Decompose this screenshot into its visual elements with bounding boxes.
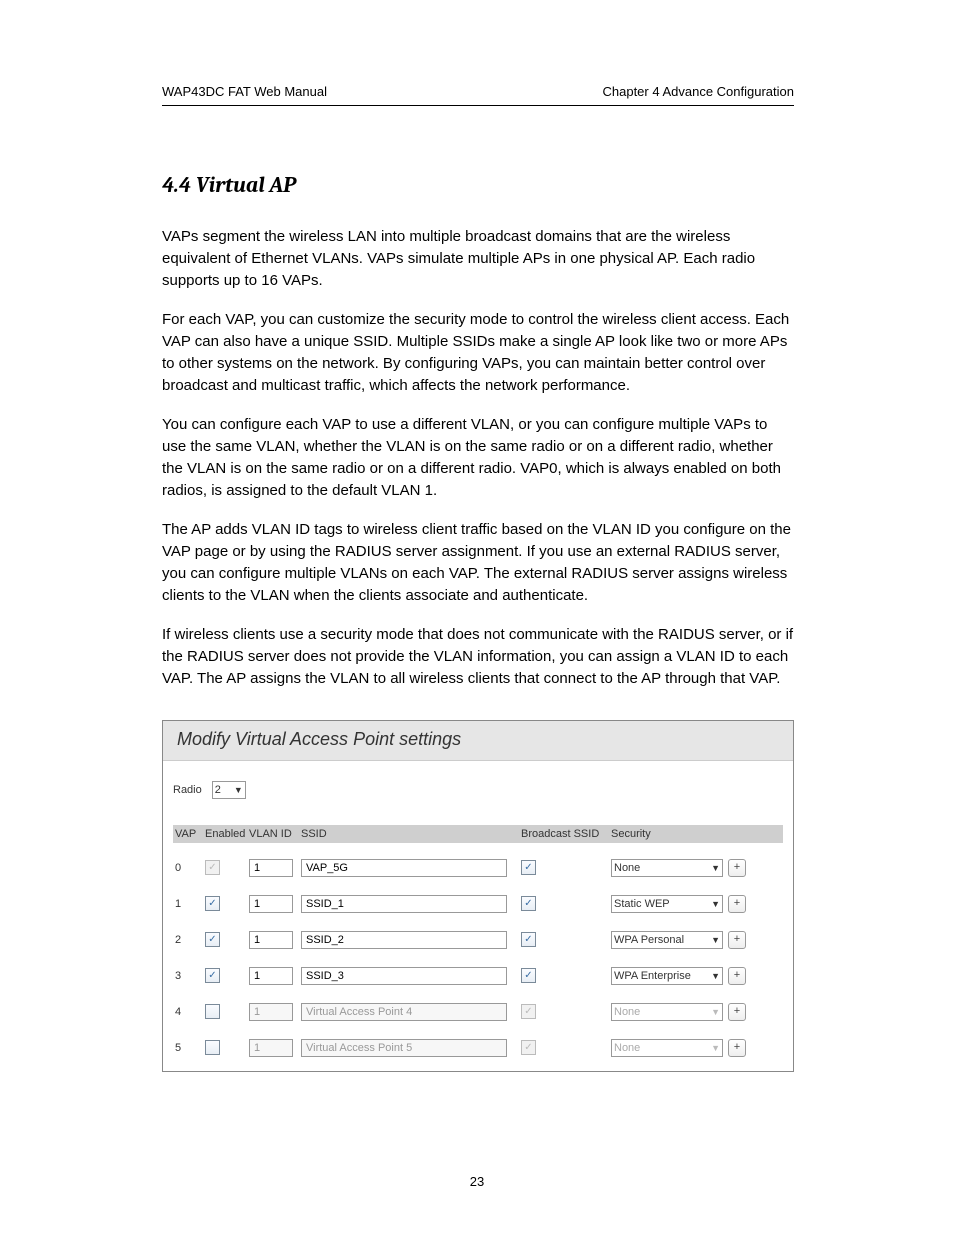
vlan-id-input[interactable] xyxy=(249,967,293,985)
chevron-down-icon: ▼ xyxy=(711,1043,720,1053)
broadcast-checkbox[interactable]: ✓ xyxy=(521,896,536,911)
col-enabled: Enabled xyxy=(205,828,249,840)
table-header: VAP Enabled VLAN ID SSID Broadcast SSID … xyxy=(173,825,783,843)
col-ssid: SSID xyxy=(301,828,515,840)
enabled-checkbox[interactable]: ✓ xyxy=(205,968,220,983)
chevron-down-icon: ▼ xyxy=(711,863,720,873)
vap-index: 4 xyxy=(173,1006,205,1018)
header-left: WAP43DC FAT Web Manual xyxy=(162,84,327,99)
col-vap: VAP xyxy=(173,828,205,840)
enabled-checkbox: ✓ xyxy=(205,860,220,875)
ssid-input xyxy=(301,1003,507,1021)
security-value: Static WEP xyxy=(614,898,670,910)
chevron-down-icon: ▼ xyxy=(711,899,720,909)
ssid-input[interactable] xyxy=(301,859,507,877)
security-select[interactable]: Static WEP ▼ xyxy=(611,895,723,913)
chevron-down-icon: ▼ xyxy=(234,785,243,795)
broadcast-checkbox[interactable]: ✓ xyxy=(521,968,536,983)
vlan-id-input xyxy=(249,1039,293,1057)
vap-settings-screenshot: Modify Virtual Access Point settings Rad… xyxy=(162,720,794,1072)
expand-button[interactable]: + xyxy=(728,931,746,949)
security-select[interactable]: WPA Personal ▼ xyxy=(611,931,723,949)
vlan-id-input[interactable] xyxy=(249,931,293,949)
enabled-checkbox[interactable]: ✓ xyxy=(205,896,220,911)
section-title: 4.4 Virtual AP xyxy=(162,172,794,198)
para-1: VAPs segment the wireless LAN into multi… xyxy=(162,226,794,291)
vap-index: 1 xyxy=(173,898,205,910)
radio-select[interactable]: 2 ▼ xyxy=(212,781,246,799)
table-row: 0✓✓None▼+ xyxy=(173,857,783,879)
security-value: None xyxy=(614,862,640,874)
enabled-checkbox[interactable] xyxy=(205,1004,220,1019)
vap-index: 0 xyxy=(173,862,205,874)
expand-button[interactable]: + xyxy=(728,859,746,877)
security-select: None ▼ xyxy=(611,1039,723,1057)
chevron-down-icon: ▼ xyxy=(711,971,720,981)
table-row: 4 ✓ None ▼ + xyxy=(173,1001,783,1023)
enabled-checkbox[interactable]: ✓ xyxy=(205,932,220,947)
vlan-id-input[interactable] xyxy=(249,895,293,913)
security-value: None xyxy=(614,1042,640,1054)
radio-label: Radio xyxy=(173,784,202,796)
col-bcast: Broadcast SSID xyxy=(515,828,611,840)
para-3: You can configure each VAP to use a diff… xyxy=(162,414,794,501)
ssid-input[interactable] xyxy=(301,931,507,949)
expand-button[interactable]: + xyxy=(728,1003,746,1021)
enabled-checkbox[interactable] xyxy=(205,1040,220,1055)
chevron-down-icon: ▼ xyxy=(711,1007,720,1017)
vap-index: 5 xyxy=(173,1042,205,1054)
body-text: VAPs segment the wireless LAN into multi… xyxy=(162,226,794,690)
ssid-input xyxy=(301,1039,507,1057)
page-number: 23 xyxy=(0,1174,954,1189)
security-value: WPA Personal xyxy=(614,934,684,946)
radio-select-value: 2 xyxy=(215,784,221,796)
chevron-down-icon: ▼ xyxy=(711,935,720,945)
col-security: Security xyxy=(611,828,723,840)
security-select[interactable]: None ▼ xyxy=(611,859,723,877)
expand-button[interactable]: + xyxy=(728,1039,746,1057)
vlan-id-input xyxy=(249,1003,293,1021)
security-value: None xyxy=(614,1006,640,1018)
ssid-input[interactable] xyxy=(301,895,507,913)
broadcast-checkbox[interactable]: ✓ xyxy=(521,860,536,875)
security-select: None ▼ xyxy=(611,1003,723,1021)
security-value: WPA Enterprise xyxy=(614,970,691,982)
header-right: Chapter 4 Advance Configuration xyxy=(602,84,794,99)
vap-index: 2 xyxy=(173,934,205,946)
broadcast-checkbox[interactable]: ✓ xyxy=(521,932,536,947)
para-2: For each VAP, you can customize the secu… xyxy=(162,309,794,396)
security-select[interactable]: WPA Enterprise ▼ xyxy=(611,967,723,985)
broadcast-checkbox: ✓ xyxy=(521,1004,536,1019)
table-row: 2✓✓WPA Personal▼+ xyxy=(173,929,783,951)
ssid-input[interactable] xyxy=(301,967,507,985)
col-vlan: VLAN ID xyxy=(249,828,301,840)
para-4: The AP adds VLAN ID tags to wireless cli… xyxy=(162,519,794,606)
screenshot-title: Modify Virtual Access Point settings xyxy=(163,721,793,761)
table-row: 5 ✓ None ▼ + xyxy=(173,1037,783,1059)
expand-button[interactable]: + xyxy=(728,895,746,913)
vlan-id-input[interactable] xyxy=(249,859,293,877)
para-5: If wireless clients use a security mode … xyxy=(162,624,794,689)
expand-button[interactable]: + xyxy=(728,967,746,985)
vap-index: 3 xyxy=(173,970,205,982)
broadcast-checkbox: ✓ xyxy=(521,1040,536,1055)
table-row: 1✓✓Static WEP▼+ xyxy=(173,893,783,915)
table-row: 3✓✓WPA Enterprise▼+ xyxy=(173,965,783,987)
